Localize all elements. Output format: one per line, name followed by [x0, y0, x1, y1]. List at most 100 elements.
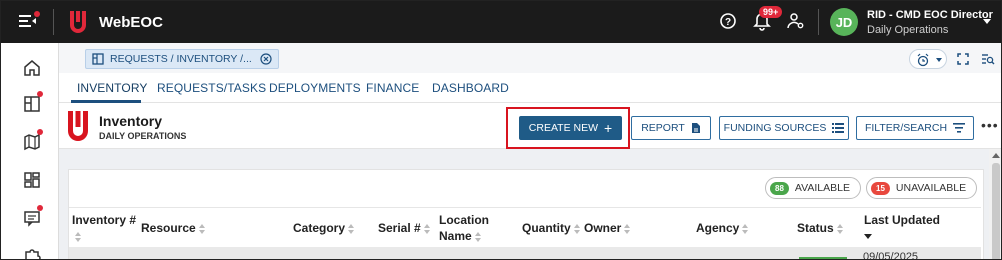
webeoc-logo-icon	[67, 111, 89, 148]
chevron-down-icon	[936, 58, 942, 62]
sort-icon[interactable]	[474, 231, 481, 242]
column-header-label: Inventory #	[72, 213, 137, 227]
column-serial[interactable]: Serial #	[378, 220, 430, 236]
open-board-tab-label: REQUESTS / INVENTORY /...	[110, 53, 252, 65]
webeoc-logo-icon	[69, 11, 87, 38]
sort-icon[interactable]	[742, 223, 749, 234]
search-list-icon[interactable]	[981, 52, 995, 70]
filter-search-label: FILTER/SEARCH	[864, 122, 948, 134]
sort-icon[interactable]	[624, 223, 631, 234]
list-icon	[832, 123, 845, 133]
user-position[interactable]: Daily Operations	[867, 24, 948, 36]
sort-icon[interactable]	[423, 223, 430, 234]
chevron-down-icon[interactable]	[983, 19, 991, 24]
board-nav: INVENTORY REQUESTS/TASKS DEPLOYMENTS FIN…	[59, 73, 1001, 103]
filter-search-button[interactable]: FILTER/SEARCH	[856, 116, 974, 140]
map-notification-dot	[37, 129, 43, 135]
column-header-label: Status	[797, 221, 834, 235]
map-icon[interactable]	[23, 129, 43, 151]
column-header-label: Location Name	[439, 213, 489, 243]
column-inventory-number[interactable]: Inventory #	[72, 212, 136, 244]
column-quantity[interactable]: Quantity	[522, 220, 580, 236]
column-header-label: Quantity	[522, 221, 571, 235]
topbar-divider	[53, 9, 54, 35]
available-label: AVAILABLE	[794, 182, 850, 194]
tab-requests-tasks[interactable]: REQUESTS/TASKS	[157, 81, 266, 95]
page-title: Inventory	[99, 113, 163, 129]
menu-notification-dot	[34, 11, 40, 17]
sort-icon[interactable]	[198, 223, 205, 234]
notifications-badge: 99+	[759, 6, 783, 18]
plugins-icon[interactable]	[23, 247, 41, 259]
create-new-button[interactable]: CREATE NEW +	[519, 116, 622, 140]
alarm-dropdown-button[interactable]	[909, 49, 947, 69]
sort-icon[interactable]	[75, 231, 81, 242]
scroll-up-arrow-icon[interactable]	[992, 153, 1000, 158]
messages-icon[interactable]	[23, 205, 43, 227]
sort-icon[interactable]	[836, 223, 843, 234]
page-subtitle: DAILY OPERATIONS	[99, 131, 187, 141]
available-count: 88	[770, 181, 789, 195]
home-icon[interactable]	[23, 59, 41, 77]
funding-sources-button[interactable]: FUNDING SOURCES	[719, 116, 849, 140]
column-last-updated[interactable]: Last Updated	[864, 212, 940, 244]
filter-icon	[953, 123, 966, 133]
top-bar: WebEOC ? 99+ JD RID - CMD EOC Director D…	[1, 1, 1001, 43]
unavailable-count: 15	[871, 181, 890, 195]
fullscreen-icon[interactable]	[957, 52, 969, 70]
boards-icon[interactable]	[23, 91, 43, 113]
avatar[interactable]: JD	[830, 8, 858, 36]
open-boards-strip: REQUESTS / INVENTORY /...	[59, 43, 1001, 73]
column-header-label: Agency	[696, 221, 740, 235]
tab-inventory[interactable]: INVENTORY	[77, 81, 147, 95]
board-layout-icon	[92, 53, 104, 65]
report-button[interactable]: REPORT	[631, 116, 711, 140]
topbar-divider	[818, 9, 819, 35]
vertical-scrollbar[interactable]	[989, 149, 1001, 259]
column-location-name[interactable]: Location Name	[439, 212, 499, 244]
unavailable-filter-chip[interactable]: 15 UNAVAILABLE	[866, 177, 978, 199]
report-label: REPORT	[641, 122, 685, 134]
plus-icon: +	[604, 120, 613, 136]
close-icon[interactable]	[260, 53, 272, 65]
svg-text:?: ?	[725, 17, 731, 28]
user-name[interactable]: RID - CMD EOC Director	[867, 9, 993, 21]
sort-icon[interactable]	[573, 223, 580, 234]
column-agency[interactable]: Agency	[696, 220, 749, 236]
dashboard-icon[interactable]	[23, 171, 41, 189]
user-settings-icon[interactable]	[787, 12, 805, 35]
column-status[interactable]: Status	[797, 220, 843, 236]
inventory-table-header: Inventory # Resource Category Serial # L…	[69, 207, 981, 247]
column-header-label: Category	[293, 221, 346, 235]
unavailable-label: UNAVAILABLE	[895, 182, 967, 194]
app-name: WebEOC	[99, 14, 163, 31]
column-resource[interactable]: Resource	[141, 220, 205, 236]
last-updated-cell: 09/05/2025	[863, 251, 919, 260]
more-options-icon[interactable]: •••	[981, 117, 999, 133]
available-filter-chip[interactable]: 88 AVAILABLE	[765, 177, 861, 199]
column-header-label: Resource	[141, 221, 196, 235]
create-new-label: CREATE NEW	[528, 122, 599, 134]
tab-deployments[interactable]: DEPLOYMENTS	[269, 81, 361, 95]
column-header-label: Owner	[584, 221, 622, 235]
tab-dashboard[interactable]: DASHBOARD	[432, 81, 509, 95]
left-nav-rail	[1, 43, 59, 259]
sort-icon[interactable]	[348, 223, 355, 234]
scroll-thumb[interactable]	[992, 163, 1000, 259]
messages-notification-dot	[37, 205, 43, 211]
open-board-tab[interactable]: REQUESTS / INVENTORY /...	[85, 49, 279, 69]
column-category[interactable]: Category	[293, 220, 355, 236]
column-owner[interactable]: Owner	[584, 220, 631, 236]
menu-toggle-icon[interactable]	[19, 11, 41, 31]
help-icon[interactable]: ?	[719, 12, 737, 35]
page-header: Inventory DAILY OPERATIONS CREATE NEW + …	[59, 103, 1001, 149]
webeoc-window: WebEOC ? 99+ JD RID - CMD EOC Director D…	[0, 0, 1002, 260]
sort-descending-icon[interactable]	[864, 234, 872, 240]
alarm-icon	[917, 53, 929, 67]
funding-sources-label: FUNDING SOURCES	[723, 122, 827, 134]
document-icon	[691, 123, 700, 133]
column-header-label: Last Updated	[864, 213, 941, 227]
column-header-label: Serial #	[378, 221, 421, 235]
boards-notification-dot	[37, 91, 43, 97]
tab-finance[interactable]: FINANCE	[366, 81, 419, 95]
